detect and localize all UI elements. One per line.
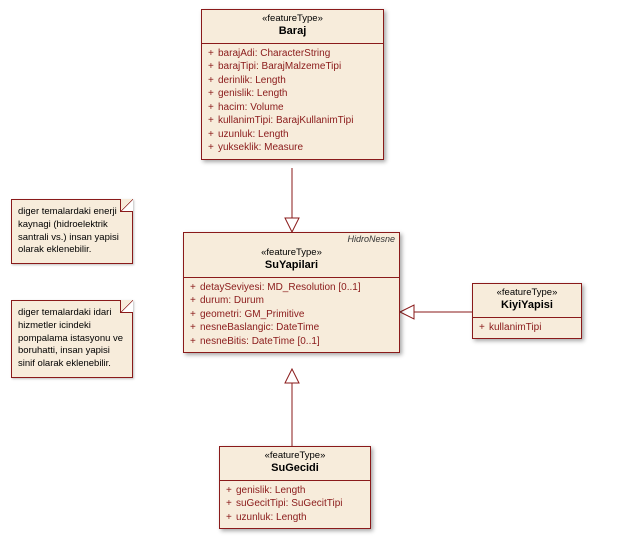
class-sugecidi-header: «featureType» SuGecidi bbox=[220, 447, 370, 481]
note-1-text: diger temalardaki enerji kaynagi (hidroe… bbox=[18, 206, 119, 255]
note-2-text: diger temalardaki idari hizmetler icinde… bbox=[18, 307, 123, 369]
class-baraj[interactable]: «featureType» Baraj +barajAdi: Character… bbox=[201, 9, 384, 160]
class-suyapilari-header: «featureType» SuYapilari bbox=[184, 244, 399, 278]
class-baraj-body: +barajAdi: CharacterString +barajTipi: B… bbox=[202, 44, 383, 159]
note-1[interactable]: diger temalardaki enerji kaynagi (hidroe… bbox=[11, 199, 133, 264]
class-kiyiyapisi[interactable]: «featureType» KiyiYapisi +kullanimTipi bbox=[472, 283, 582, 339]
note-2[interactable]: diger temalardaki idari hizmetler icinde… bbox=[11, 300, 133, 378]
attr: +kullanimTipi: BarajKullanimTipi bbox=[208, 114, 379, 128]
attr: +detaySeviyesi: MD_Resolution [0..1] bbox=[190, 281, 395, 295]
class-baraj-name: Baraj bbox=[206, 25, 379, 39]
class-suyapilari-package: HidroNesne bbox=[184, 233, 399, 244]
attr: +uzunluk: Length bbox=[208, 128, 379, 142]
attr: +geometri: GM_Primitive bbox=[190, 308, 395, 322]
class-suyapilari-name: SuYapilari bbox=[188, 259, 395, 273]
class-kiyiyapisi-body: +kullanimTipi bbox=[473, 318, 581, 339]
class-suyapilari-body: +detaySeviyesi: MD_Resolution [0..1] +du… bbox=[184, 278, 399, 353]
attr: +nesneBaslangic: DateTime bbox=[190, 321, 395, 335]
attr: +suGecitTipi: SuGecitTipi bbox=[226, 497, 366, 511]
attr: +durum: Durum bbox=[190, 294, 395, 308]
attr: +hacim: Volume bbox=[208, 101, 379, 115]
class-sugecidi-body: +genislik: Length +suGecitTipi: SuGecitT… bbox=[220, 481, 370, 529]
class-baraj-header: «featureType» Baraj bbox=[202, 10, 383, 44]
attr: +genislik: Length bbox=[208, 87, 379, 101]
class-sugecidi[interactable]: «featureType» SuGecidi +genislik: Length… bbox=[219, 446, 371, 529]
attr: +nesneBitis: DateTime [0..1] bbox=[190, 335, 395, 349]
attr: +kullanimTipi bbox=[479, 321, 577, 335]
class-kiyiyapisi-header: «featureType» KiyiYapisi bbox=[473, 284, 581, 318]
attr: +derinlik: Length bbox=[208, 74, 379, 88]
attr: +barajAdi: CharacterString bbox=[208, 47, 379, 61]
class-sugecidi-name: SuGecidi bbox=[224, 462, 366, 476]
class-suyapilari-stereotype: «featureType» bbox=[188, 247, 395, 259]
attr: +barajTipi: BarajMalzemeTipi bbox=[208, 60, 379, 74]
diagram-canvas: «featureType» Baraj +barajAdi: Character… bbox=[0, 0, 619, 538]
attr: +uzunluk: Length bbox=[226, 511, 366, 525]
class-sugecidi-stereotype: «featureType» bbox=[224, 450, 366, 462]
note-fold-icon bbox=[120, 300, 133, 313]
class-kiyiyapisi-stereotype: «featureType» bbox=[477, 287, 577, 299]
class-baraj-stereotype: «featureType» bbox=[206, 13, 379, 25]
note-fold-icon bbox=[120, 199, 133, 212]
class-kiyiyapisi-name: KiyiYapisi bbox=[477, 299, 577, 313]
attr: +genislik: Length bbox=[226, 484, 366, 498]
class-suyapilari[interactable]: HidroNesne «featureType» SuYapilari +det… bbox=[183, 232, 400, 353]
attr: +yukseklik: Measure bbox=[208, 141, 379, 155]
